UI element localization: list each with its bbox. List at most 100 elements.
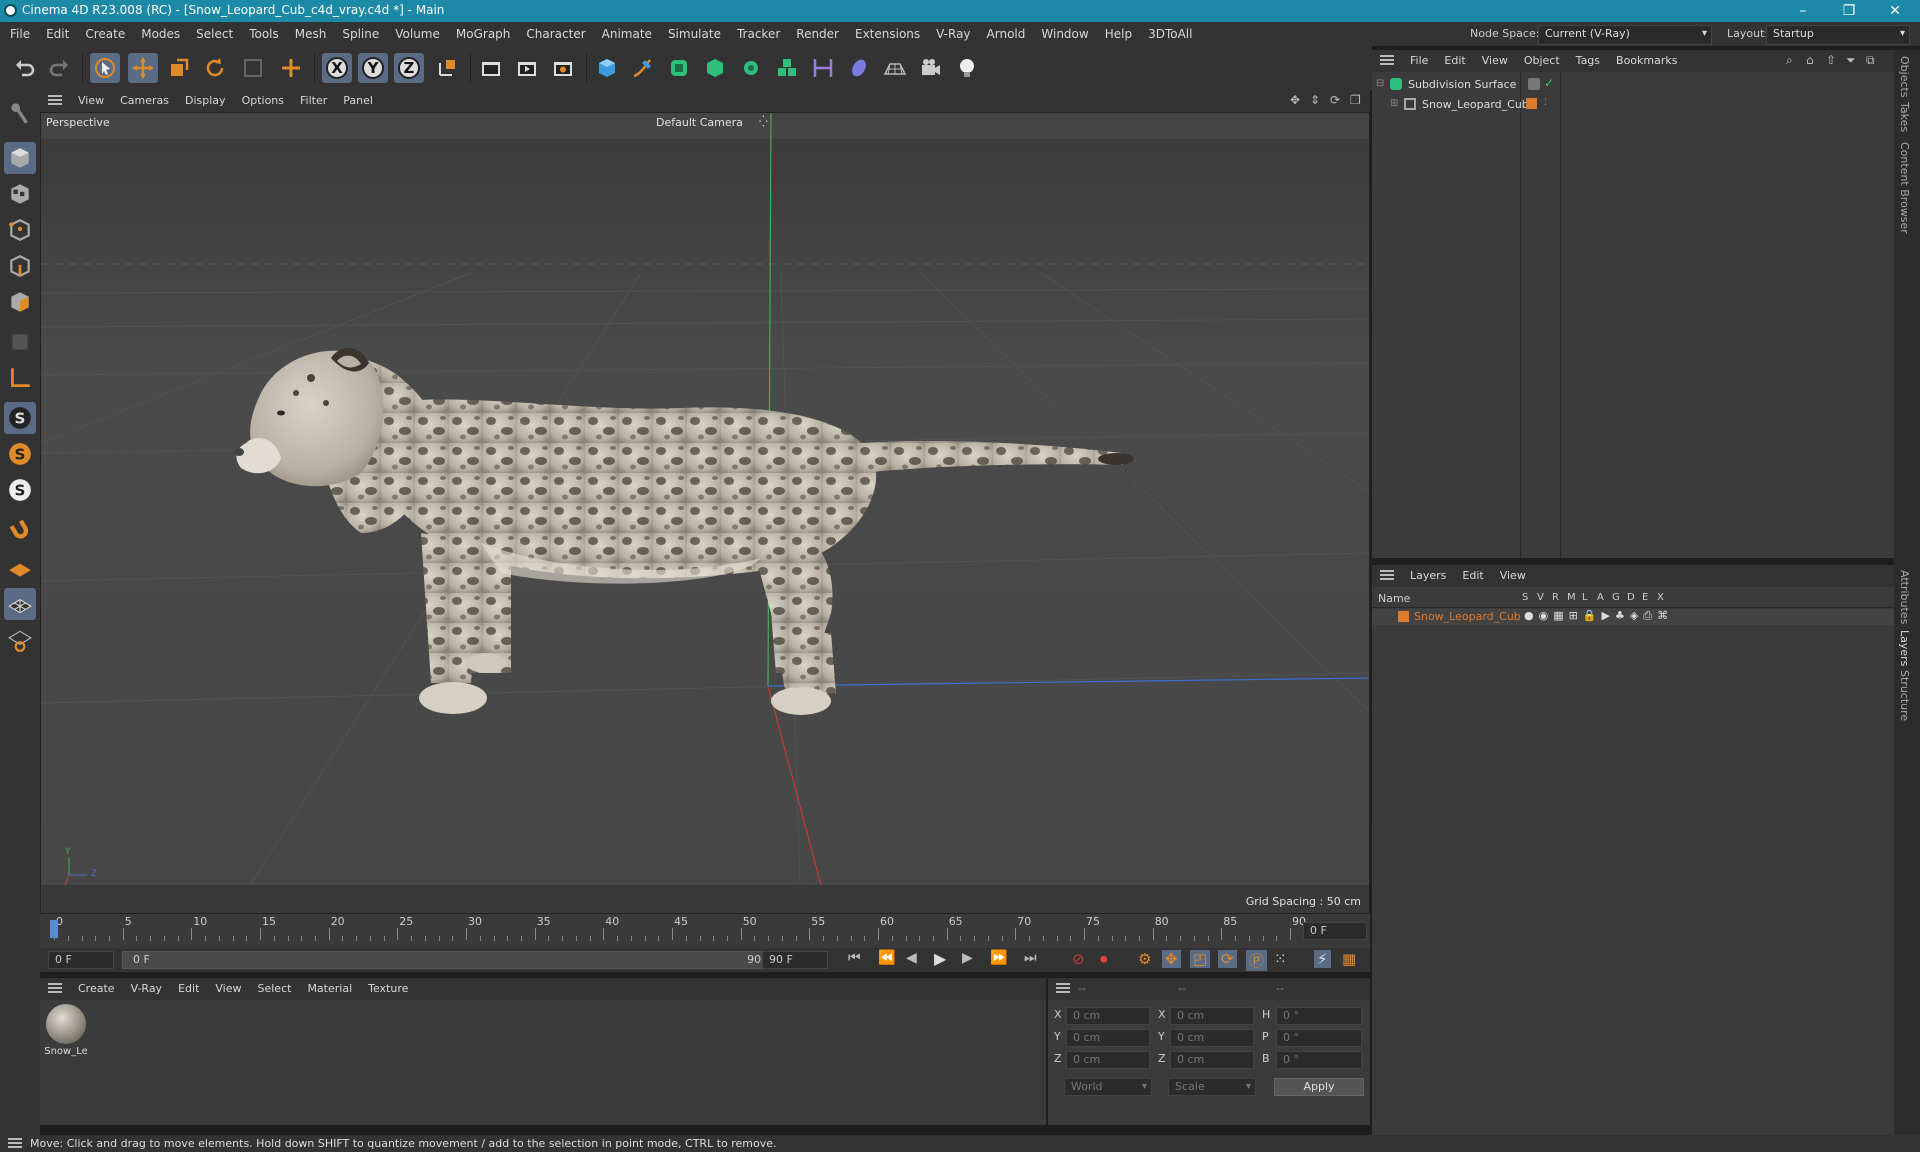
- editor-visibility-icon[interactable]: [1528, 78, 1540, 90]
- layer-menu-layers[interactable]: Layers: [1402, 565, 1454, 587]
- filter-icon[interactable]: ⏷: [1846, 53, 1856, 68]
- menu-mograph[interactable]: MoGraph: [448, 22, 519, 46]
- side-tab-content-browser[interactable]: Content Browser: [1898, 142, 1911, 234]
- object-menu-tags[interactable]: Tags: [1568, 50, 1608, 72]
- new-window-icon[interactable]: ⧉: [1866, 53, 1875, 68]
- minimize-button[interactable]: –: [1780, 0, 1826, 22]
- menu-3dtoall[interactable]: 3DToAll: [1140, 22, 1200, 46]
- grid-workplane-button[interactable]: [4, 588, 36, 620]
- x-axis-button[interactable]: X: [322, 53, 352, 83]
- enabled-check-icon[interactable]: ✓: [1544, 76, 1554, 90]
- layer-menu-edit[interactable]: Edit: [1454, 565, 1491, 587]
- camera-button[interactable]: [916, 53, 946, 83]
- side-tab-attributes[interactable]: Attributes: [1898, 570, 1911, 624]
- side-tab-takes[interactable]: Takes: [1898, 102, 1911, 132]
- current-frame-field[interactable]: 0 F: [1303, 922, 1367, 940]
- uv-mode-button[interactable]: [4, 326, 36, 358]
- menu-help[interactable]: Help: [1097, 22, 1140, 46]
- material-menu-material[interactable]: Material: [299, 978, 360, 1000]
- layer-col-v[interactable]: V: [1537, 592, 1544, 603]
- material-menu-edit[interactable]: Edit: [170, 978, 207, 1000]
- layer-color-icon[interactable]: [1526, 98, 1537, 109]
- rotate-view-icon[interactable]: ⟳: [1330, 93, 1340, 107]
- solo-button[interactable]: S: [4, 438, 36, 470]
- pen-spline-button[interactable]: [628, 53, 658, 83]
- layer-col-a[interactable]: A: [1597, 592, 1604, 603]
- viewport-menu-icon[interactable]: [48, 95, 62, 105]
- layer-col-s[interactable]: S: [1522, 592, 1528, 603]
- menu-arnold[interactable]: Arnold: [979, 22, 1034, 46]
- render-settings-button[interactable]: [548, 53, 578, 83]
- layer-col-d[interactable]: D: [1627, 592, 1635, 603]
- polygon-mode-button[interactable]: [4, 286, 36, 318]
- goto-end-icon[interactable]: ⏭: [1024, 950, 1037, 966]
- menu-v-ray[interactable]: V-Ray: [928, 22, 978, 46]
- object-menu-file[interactable]: File: [1402, 50, 1436, 72]
- material-menu-view[interactable]: View: [207, 978, 249, 1000]
- viewport-menu-panel[interactable]: Panel: [335, 90, 381, 112]
- object-menu-icon[interactable]: [1380, 55, 1394, 65]
- record-keys-icon[interactable]: ⊘: [1072, 950, 1085, 968]
- zoom-view-icon[interactable]: ⇕: [1310, 93, 1320, 107]
- layer-col-m[interactable]: M: [1567, 592, 1576, 603]
- extrude-button[interactable]: [700, 53, 730, 83]
- up-arrow-icon[interactable]: ⇧: [1826, 53, 1836, 67]
- close-button[interactable]: ✕: [1872, 0, 1918, 22]
- menu-extensions[interactable]: Extensions: [847, 22, 928, 46]
- add-tool-button[interactable]: [276, 53, 306, 83]
- coord-pos-field[interactable]: 0 cm: [1066, 1051, 1150, 1069]
- make-editable-button[interactable]: [4, 96, 36, 128]
- menu-create[interactable]: Create: [77, 22, 133, 46]
- coord-pos-field[interactable]: 0 cm: [1066, 1007, 1150, 1025]
- scale-key-icon[interactable]: ◰: [1190, 950, 1211, 968]
- undo-button[interactable]: [10, 53, 40, 83]
- deformer-button[interactable]: [808, 53, 838, 83]
- position-key-icon[interactable]: ✥: [1162, 950, 1181, 968]
- coord-rot-field[interactable]: 0 °: [1276, 1029, 1362, 1047]
- apply-button[interactable]: Apply: [1274, 1078, 1364, 1096]
- layer-menu-icon[interactable]: [1380, 570, 1394, 580]
- z-axis-button[interactable]: Z: [394, 53, 424, 83]
- timeline-motion-icon[interactable]: ⚡: [1314, 950, 1331, 968]
- locked-workplane-button[interactable]: [4, 624, 36, 656]
- live-selection-button[interactable]: [90, 53, 120, 83]
- world-dropdown[interactable]: World: [1064, 1078, 1152, 1096]
- layer-menu-view[interactable]: View: [1492, 565, 1534, 587]
- object-menu-object[interactable]: Object: [1516, 50, 1568, 72]
- layer-col-g[interactable]: G: [1612, 592, 1620, 603]
- menu-modes[interactable]: Modes: [133, 22, 188, 46]
- render-to-picture-viewer-button[interactable]: [512, 53, 542, 83]
- layout-dropdown[interactable]: Startup: [1766, 25, 1910, 45]
- subdivision-button[interactable]: [664, 53, 694, 83]
- coord-size-field[interactable]: 0 cm: [1170, 1007, 1254, 1025]
- material-menu-icon[interactable]: [48, 983, 62, 993]
- range-slider[interactable]: 0 F 90 F: [122, 951, 782, 969]
- layer-toggle-icons[interactable]: ●◉▦⊞🔒▶♣◈⎙⌘: [1524, 609, 1673, 623]
- menu-edit[interactable]: Edit: [38, 22, 77, 46]
- snap-button[interactable]: S: [4, 402, 36, 434]
- scale-tool-button[interactable]: [164, 53, 194, 83]
- playhead[interactable]: [50, 920, 58, 938]
- object-menu-bookmarks[interactable]: Bookmarks: [1608, 50, 1685, 72]
- menu-render[interactable]: Render: [788, 22, 847, 46]
- material-menu-create[interactable]: Create: [70, 978, 123, 1000]
- viewport-menu-view[interactable]: View: [70, 90, 112, 112]
- layer-color-swatch[interactable]: [1398, 611, 1409, 622]
- redo-button[interactable]: [44, 53, 74, 83]
- magnet-button[interactable]: [4, 514, 36, 546]
- parameter-key-icon[interactable]: Ⓟ: [1246, 950, 1268, 971]
- object-menu-view[interactable]: View: [1474, 50, 1516, 72]
- node-space-dropdown[interactable]: Current (V-Ray): [1538, 25, 1712, 45]
- coord-rot-field[interactable]: 0 °: [1276, 1007, 1362, 1025]
- workplane-s-button[interactable]: S: [4, 474, 36, 506]
- menu-tracker[interactable]: Tracker: [729, 22, 788, 46]
- object-row-leopard[interactable]: ⊞ Snow_Leopard_Cub ⁚: [1376, 98, 1876, 114]
- field-button[interactable]: [844, 53, 874, 83]
- side-tab-objects[interactable]: Objects: [1898, 56, 1911, 98]
- rotate-tool-button[interactable]: [200, 53, 230, 83]
- viewport-menu-display[interactable]: Display: [177, 90, 234, 112]
- material-menu-select[interactable]: Select: [250, 978, 300, 1000]
- workplane-button[interactable]: [4, 552, 36, 584]
- viewport-menu-filter[interactable]: Filter: [292, 90, 335, 112]
- floor-button[interactable]: [880, 53, 910, 83]
